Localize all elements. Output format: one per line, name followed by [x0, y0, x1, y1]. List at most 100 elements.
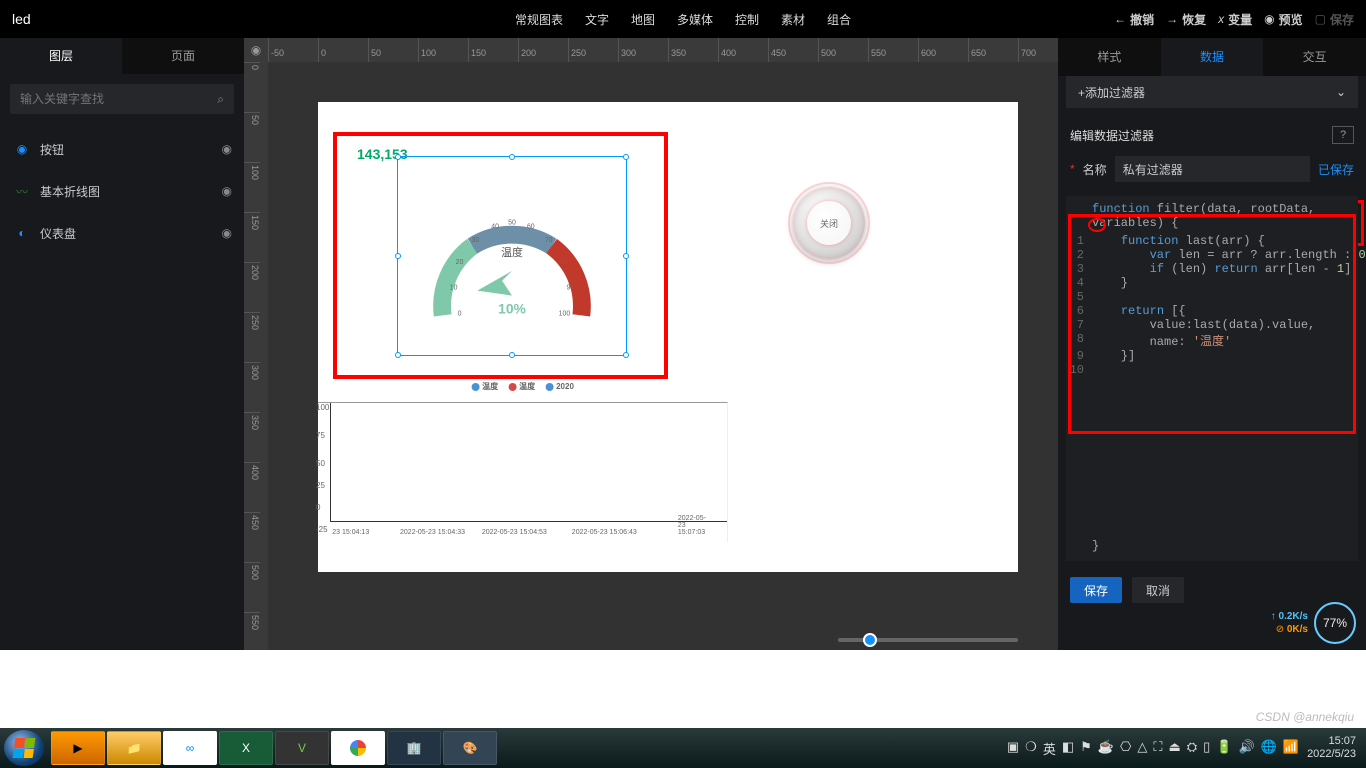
canvas-content[interactable]: 143,153	[268, 62, 1058, 650]
taskbar-app[interactable]: ▶	[51, 731, 105, 765]
taskbar-app[interactable]: 🎨	[443, 731, 497, 765]
visibility-icon[interactable]: ◉	[222, 226, 232, 240]
selection-gauge[interactable]: 01020 304050 607080 90100 温度 10%	[397, 156, 627, 356]
menu-control[interactable]: 控制	[735, 11, 759, 28]
taskbar-clock[interactable]: 15:07 2022/5/23	[1307, 735, 1356, 760]
layer-label: 按钮	[40, 141, 222, 158]
code-footer: }	[1066, 537, 1358, 557]
resize-handle[interactable]	[623, 253, 629, 259]
gauge-icon: ◐	[12, 226, 32, 240]
windows-taskbar[interactable]: ▶ 📁 ∞ X V 🏢 🎨 ▣❍英◧⚑☕⎔△⛶⏏⛭▯🔋🔊🌐📶 15:07 202…	[0, 728, 1366, 768]
undo-button[interactable]: ← 撤销	[1114, 11, 1154, 28]
y-tick: 25	[316, 481, 325, 490]
menu-text[interactable]: 文字	[585, 11, 609, 28]
layer-item-linechart[interactable]: 〰 基本折线图 ◉	[0, 170, 244, 212]
layer-item-gauge[interactable]: ◐ 仪表盘 ◉	[0, 212, 244, 254]
left-tabs: 图层 页面	[0, 38, 244, 74]
menu-assets[interactable]: 素材	[781, 11, 805, 28]
save-filter-button[interactable]: 保存	[1070, 577, 1122, 603]
menu-group[interactable]: 组合	[827, 11, 851, 28]
zoom-thumb[interactable]	[863, 633, 877, 647]
preview-button[interactable]: ◉ 预览	[1264, 11, 1303, 28]
cancel-button[interactable]: 取消	[1132, 577, 1184, 603]
taskbar-app[interactable]: V	[275, 731, 329, 765]
code-editor[interactable]: function filter(data, rootData, variable…	[1066, 196, 1358, 561]
resize-handle[interactable]	[623, 154, 629, 160]
visibility-icon[interactable]: ◉	[222, 184, 232, 198]
visibility-icon[interactable]: ◉	[222, 142, 232, 156]
code-header: function filter(data, rootData, variable…	[1066, 200, 1358, 234]
save-button[interactable]: ▢ 保存	[1315, 11, 1354, 28]
x-tick: 2022-05-23 15:06:43	[572, 529, 637, 536]
canvas-area[interactable]: ◉ -5005010015020025030035040045050055060…	[244, 38, 1058, 650]
design-page[interactable]: 143,153	[318, 102, 1018, 572]
tab-pages[interactable]: 页面	[122, 38, 244, 74]
svg-text:100: 100	[559, 310, 571, 317]
svg-text:80: 80	[561, 259, 569, 266]
layer-label: 基本折线图	[40, 183, 222, 200]
resize-handle[interactable]	[395, 352, 401, 358]
required-asterisk: *	[1070, 162, 1075, 176]
taskbar-app[interactable]: ∞	[163, 731, 217, 765]
variables-button[interactable]: x 变量	[1218, 11, 1252, 28]
filter-name-input[interactable]	[1115, 156, 1310, 182]
tray-icons[interactable]: ▣❍英◧⚑☕⎔△⛶⏏⛭▯🔋🔊🌐📶	[1007, 739, 1299, 758]
resize-handle[interactable]	[395, 154, 401, 160]
layer-list: ◉ 按钮 ◉ 〰 基本折线图 ◉ ◐ 仪表盘 ◉	[0, 124, 244, 258]
resize-handle[interactable]	[509, 154, 515, 160]
main-layout: 图层 页面 ⌕ ◉ 按钮 ◉ 〰 基本折线图 ◉ ◐ 仪表盘 ◉	[0, 38, 1366, 650]
resize-handle[interactable]	[623, 352, 629, 358]
resize-handle[interactable]	[395, 253, 401, 259]
tab-layers[interactable]: 图层	[0, 38, 122, 74]
ruler-top: -500501001502002503003504004505005506006…	[268, 38, 1058, 62]
saved-label: 已保存	[1318, 161, 1354, 178]
name-label: 名称	[1083, 161, 1107, 178]
menu-chart[interactable]: 常规图表	[515, 11, 563, 28]
svg-text:40: 40	[491, 223, 499, 230]
x-tick: 23 15:04:13	[332, 529, 369, 536]
search-input[interactable]	[20, 92, 217, 106]
network-meter: ↑ 0.2K/s ⊘ 0K/s 77%	[1271, 602, 1356, 644]
radio-icon: ◉	[12, 142, 32, 156]
help-button[interactable]: ?	[1332, 126, 1354, 144]
top-header: led 常规图表 文字 地图 多媒体 控制 素材 组合 ← 撤销 → 恢复 x …	[0, 0, 1366, 38]
x-tick: 2022-05-23 15:07:03	[678, 515, 711, 536]
line-chart[interactable]: 温度 温度 2020 100 75 50 25 0 -25 23 15:04:1…	[318, 402, 728, 542]
tab-data[interactable]: 数据	[1161, 38, 1264, 76]
taskbar-app[interactable]: X	[219, 731, 273, 765]
zoom-slider[interactable]	[838, 638, 1018, 642]
dial-button[interactable]: 关闭	[793, 187, 865, 259]
search-box[interactable]: ⌕	[10, 84, 234, 114]
system-tray[interactable]: ▣❍英◧⚑☕⎔△⛶⏏⛭▯🔋🔊🌐📶 15:07 2022/5/23	[1007, 735, 1362, 760]
cpu-ring: 77%	[1314, 602, 1356, 644]
annotation-circle	[1088, 218, 1106, 232]
ruler-corner: ◉	[244, 38, 268, 62]
redo-button[interactable]: → 恢复	[1166, 11, 1206, 28]
tab-interact[interactable]: 交互	[1263, 38, 1366, 76]
y-tick: 0	[316, 503, 320, 512]
ruler-left: 050100150200250300350400450500550600	[244, 62, 268, 650]
svg-text:60: 60	[527, 223, 535, 230]
taskbar-app[interactable]: 📁	[107, 731, 161, 765]
highlight-box-gauge: 143,153	[333, 132, 668, 379]
tab-style[interactable]: 样式	[1058, 38, 1161, 76]
y-tick: 50	[316, 459, 325, 468]
menu-media[interactable]: 多媒体	[677, 11, 713, 28]
watermark: CSDN @annekqiu	[1256, 710, 1354, 724]
top-menu: 常规图表 文字 地图 多媒体 控制 素材 组合	[515, 11, 851, 28]
start-button[interactable]	[4, 730, 44, 766]
line-icon: 〰	[12, 183, 32, 200]
taskbar-app[interactable]	[331, 731, 385, 765]
resize-handle[interactable]	[509, 352, 515, 358]
layer-item-button[interactable]: ◉ 按钮 ◉	[0, 128, 244, 170]
right-panel: 样式 数据 交互 +添加过滤器 ⌄ 编辑数据过滤器 ? * 名称 已保存 fun…	[1058, 38, 1366, 650]
taskbar-app[interactable]: 🏢	[387, 731, 441, 765]
menu-map[interactable]: 地图	[631, 11, 655, 28]
add-filter-label: +添加过滤器	[1078, 84, 1145, 101]
svg-text:10: 10	[450, 285, 458, 292]
svg-text:0: 0	[458, 310, 462, 317]
add-filter-button[interactable]: +添加过滤器 ⌄	[1066, 76, 1358, 108]
svg-text:10%: 10%	[498, 300, 526, 316]
header-actions: ← 撤销 → 恢复 x 变量 ◉ 预览 ▢ 保存	[1114, 11, 1354, 28]
svg-text:90: 90	[567, 285, 575, 292]
